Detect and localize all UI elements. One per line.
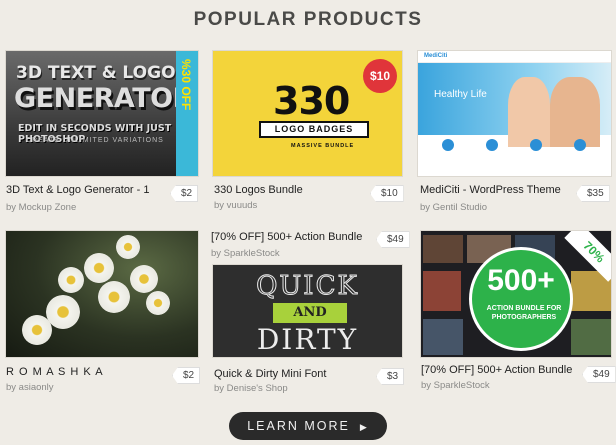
price-tag: $49 (376, 231, 410, 248)
flower-image (116, 235, 140, 259)
price-circle-badge: $10 (363, 59, 397, 93)
product-author[interactable]: by vuuuds (214, 200, 257, 211)
product-thumbnail[interactable] (5, 230, 199, 358)
section-heading: POPULAR PRODUCTS (193, 9, 423, 30)
thumb-text: GENERATOR (14, 83, 193, 114)
hero-image: Healthy Life (418, 63, 611, 147)
thumb-text: 3D TEXT & LOGO (16, 63, 176, 83)
price-tag: $2 (170, 185, 199, 202)
thumb-text: DIRTY (256, 323, 359, 356)
flower-image (98, 281, 130, 313)
thumb-text: QUICK (256, 271, 359, 302)
discount-stripe: %30 OFF (176, 51, 198, 176)
product-author[interactable]: by Mockup Zone (6, 202, 76, 213)
thumb-text: CREATE UNLIMITED VARIATIONS (26, 137, 164, 144)
product-thumbnail[interactable]: 330 LOGO BADGES MASSIVE BUNDLE $10 (212, 50, 403, 177)
product-author[interactable]: by asiaonly (6, 382, 54, 393)
thumb-text: 330 (273, 79, 350, 123)
feature-icons (418, 139, 611, 153)
price-tag: $49 (582, 366, 616, 383)
product-author[interactable]: by SparkleStock (211, 248, 280, 259)
thumb-text: LOGO BADGES (259, 121, 369, 138)
thumb-text: AND (273, 303, 347, 323)
price-tag: $3 (376, 368, 405, 385)
product-thumbnail[interactable]: MediCiti Healthy Life (417, 50, 612, 177)
flower-image (22, 315, 52, 345)
play-arrow-icon: ▶ (359, 422, 369, 432)
product-title[interactable]: R O M A S H K A (6, 366, 104, 378)
thumb-text: MASSIVE BUNDLE (291, 143, 355, 149)
product-author[interactable]: by Denise's Shop (214, 383, 288, 394)
site-nav: MediCiti (418, 51, 611, 63)
flower-image (146, 291, 170, 315)
price-tag: $35 (576, 185, 610, 202)
product-title[interactable]: Quick & Dirty Mini Font (214, 368, 326, 380)
product-thumbnail[interactable]: 3D TEXT & LOGO GENERATOR EDIT IN SECONDS… (5, 50, 199, 177)
product-title[interactable]: [70% OFF] 500+ Action Bundle (421, 364, 572, 376)
bundle-badge: 500+ ACTION BUNDLE FOR PHOTOGRAPHERS (469, 247, 573, 351)
product-author[interactable]: by SparkleStock (421, 380, 490, 391)
product-title[interactable]: 3D Text & Logo Generator - 1 (6, 184, 150, 196)
price-tag: $2 (172, 367, 201, 384)
learn-more-button[interactable]: LEARN MORE ▶ (229, 412, 387, 440)
flower-image (84, 253, 114, 283)
product-title[interactable]: MediCiti - WordPress Theme (420, 184, 561, 196)
product-thumbnail[interactable]: 500+ ACTION BUNDLE FOR PHOTOGRAPHERS 70% (420, 230, 612, 358)
product-title[interactable]: [70% OFF] 500+ Action Bundle (211, 231, 362, 243)
flower-image (130, 265, 158, 293)
learn-more-label: LEARN MORE (247, 419, 350, 433)
product-title[interactable]: 330 Logos Bundle (214, 184, 303, 196)
price-tag: $10 (370, 185, 404, 202)
product-thumbnail[interactable]: QUICK AND DIRTY (212, 264, 403, 358)
product-author[interactable]: by Gentil Studio (420, 202, 487, 213)
flower-image (58, 267, 84, 293)
